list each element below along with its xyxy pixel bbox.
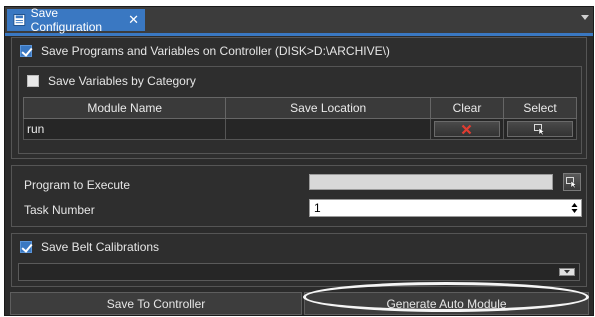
column-header-module-name: Module Name <box>22 97 227 119</box>
select-cursor-icon <box>566 176 577 188</box>
program-settings-panel: Program to Execute Task Number 1 <box>11 165 587 227</box>
belt-dropdown-button[interactable] <box>559 268 575 276</box>
select-cell <box>502 118 578 140</box>
task-number-label: Task Number <box>24 203 95 217</box>
belt-calibrations-list[interactable] <box>18 263 580 281</box>
save-by-category-label: Save Variables by Category <box>48 74 196 88</box>
tab-save-configuration[interactable]: Save Configuration ✕ <box>7 6 145 34</box>
dropdown-arrow-icon <box>564 270 570 274</box>
red-x-icon <box>462 124 472 134</box>
tab-title: Save Configuration <box>30 6 103 34</box>
save-belt-calibrations-checkbox[interactable] <box>20 241 32 253</box>
tab-bar: Save Configuration ✕ <box>5 6 593 36</box>
save-by-category-panel: Save Variables by Category Module Name S… <box>18 66 582 154</box>
clear-button[interactable] <box>433 121 500 137</box>
save-location-cell[interactable] <box>225 118 431 140</box>
column-header-clear: Clear <box>429 97 504 119</box>
module-table-header: Module Name Save Location Clear Select <box>22 97 578 119</box>
close-icon[interactable]: ✕ <box>128 12 139 28</box>
select-button[interactable] <box>506 121 573 137</box>
belt-calibrations-panel: Save Belt Calibrations <box>11 233 587 287</box>
save-belt-calibrations-row: Save Belt Calibrations <box>20 240 159 254</box>
save-programs-label: Save Programs and Variables on Controlle… <box>41 44 390 58</box>
save-belt-calibrations-label: Save Belt Calibrations <box>41 240 160 254</box>
save-configuration-window: Save Configuration ✕ Save Programs and V… <box>4 6 594 316</box>
save-to-controller-button[interactable]: Save To Controller <box>10 292 302 315</box>
column-header-select: Select <box>502 97 578 119</box>
tab-overflow-icon[interactable] <box>581 15 589 20</box>
table-row[interactable]: run <box>22 118 578 140</box>
save-programs-checkbox[interactable] <box>20 45 32 57</box>
task-number-value: 1 <box>314 201 321 215</box>
generate-auto-module-button[interactable]: Generate Auto Module <box>304 292 589 315</box>
module-name-cell[interactable]: run <box>22 118 227 140</box>
select-cursor-icon <box>533 123 545 135</box>
program-to-execute-label: Program to Execute <box>24 178 131 192</box>
save-programs-row: Save Programs and Variables on Controlle… <box>20 44 390 58</box>
program-browse-button[interactable] <box>563 173 581 191</box>
module-table: Module Name Save Location Clear Select r… <box>22 97 578 140</box>
up-down-spinner-icon[interactable] <box>571 202 578 214</box>
task-number-stepper[interactable]: 1 <box>309 199 582 217</box>
save-by-category-row: Save Variables by Category <box>27 74 196 88</box>
clear-cell <box>429 118 504 140</box>
program-to-execute-field[interactable] <box>309 174 553 190</box>
save-by-category-checkbox[interactable] <box>27 75 39 87</box>
column-header-save-location: Save Location <box>225 97 431 119</box>
save-programs-panel: Save Programs and Variables on Controlle… <box>11 37 587 159</box>
save-config-icon <box>13 14 26 26</box>
